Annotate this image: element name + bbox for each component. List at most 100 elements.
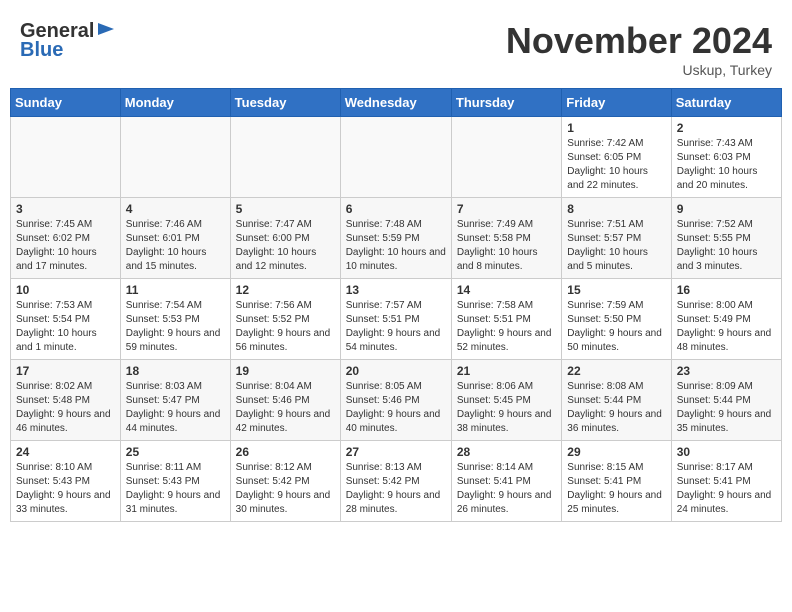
logo-flag-icon	[96, 21, 116, 41]
cell-content: Sunrise: 8:13 AM Sunset: 5:42 PM Dayligh…	[346, 461, 446, 517]
calendar-cell: 6 Sunrise: 7:48 AM Sunset: 5:59 PM Daylig…	[340, 198, 451, 279]
calendar-cell: 1 Sunrise: 7:42 AM Sunset: 6:05 PM Daylig…	[562, 117, 671, 198]
cell-content: Sunrise: 8:08 AM Sunset: 5:44 PM Dayligh…	[567, 380, 665, 436]
day-number: 6	[346, 202, 446, 216]
calendar-cell: 14 Sunrise: 7:58 AM Sunset: 5:51 PM Dayli…	[451, 279, 561, 360]
cell-content: Sunrise: 7:49 AM Sunset: 5:58 PM Dayligh…	[457, 218, 556, 274]
day-number: 3	[16, 202, 115, 216]
calendar-cell: 28 Sunrise: 8:14 AM Sunset: 5:41 PM Dayli…	[451, 441, 561, 522]
calendar-cell: 15 Sunrise: 7:59 AM Sunset: 5:50 PM Dayli…	[562, 279, 671, 360]
day-number: 28	[457, 445, 556, 459]
day-number: 22	[567, 364, 665, 378]
day-number: 14	[457, 283, 556, 297]
day-number: 2	[677, 121, 776, 135]
cell-content: Sunrise: 7:52 AM Sunset: 5:55 PM Dayligh…	[677, 218, 776, 274]
cell-content: Sunrise: 8:14 AM Sunset: 5:41 PM Dayligh…	[457, 461, 556, 517]
calendar-cell: 21 Sunrise: 8:06 AM Sunset: 5:45 PM Dayli…	[451, 360, 561, 441]
calendar-cell: 17 Sunrise: 8:02 AM Sunset: 5:48 PM Dayli…	[11, 360, 121, 441]
calendar-cell: 20Sunrise: 8:05 AM Sunset: 5:46 PM Dayli…	[340, 360, 451, 441]
calendar-week-4: 17 Sunrise: 8:02 AM Sunset: 5:48 PM Dayli…	[11, 360, 782, 441]
day-number: 25	[126, 445, 225, 459]
calendar-cell: 30 Sunrise: 8:17 AM Sunset: 5:41 PM Dayli…	[671, 441, 781, 522]
calendar-cell: 9 Sunrise: 7:52 AM Sunset: 5:55 PM Daylig…	[671, 198, 781, 279]
day-number: 30	[677, 445, 776, 459]
cell-content: Sunrise: 8:04 AM Sunset: 5:46 PM Dayligh…	[236, 380, 335, 436]
cell-content: Sunrise: 7:42 AM Sunset: 6:05 PM Dayligh…	[567, 137, 665, 193]
header-thursday: Thursday	[451, 89, 561, 117]
calendar-cell: 12 Sunrise: 7:56 AM Sunset: 5:52 PM Dayli…	[230, 279, 340, 360]
calendar-cell: 3Sunrise: 7:45 AM Sunset: 6:02 PM Daylig…	[11, 198, 121, 279]
day-number: 29	[567, 445, 665, 459]
cell-content: Sunrise: 8:02 AM Sunset: 5:48 PM Dayligh…	[16, 380, 115, 436]
day-number: 16	[677, 283, 776, 297]
location-text: Uskup, Turkey	[506, 62, 772, 78]
calendar-week-1: 1 Sunrise: 7:42 AM Sunset: 6:05 PM Daylig…	[11, 117, 782, 198]
calendar-cell: 11Sunrise: 7:54 AM Sunset: 5:53 PM Dayli…	[120, 279, 230, 360]
calendar-cell	[451, 117, 561, 198]
calendar-header-row: SundayMondayTuesdayWednesdayThursdayFrid…	[11, 89, 782, 117]
day-number: 15	[567, 283, 665, 297]
day-number: 21	[457, 364, 556, 378]
cell-content: Sunrise: 8:10 AM Sunset: 5:43 PM Dayligh…	[16, 461, 115, 517]
calendar-cell: 18 Sunrise: 8:03 AM Sunset: 5:47 PM Dayli…	[120, 360, 230, 441]
day-number: 9	[677, 202, 776, 216]
calendar-week-5: 24 Sunrise: 8:10 AM Sunset: 5:43 PM Dayli…	[11, 441, 782, 522]
day-number: 7	[457, 202, 556, 216]
calendar-table: SundayMondayTuesdayWednesdayThursdayFrid…	[10, 88, 782, 522]
calendar-cell	[120, 117, 230, 198]
calendar-cell	[11, 117, 121, 198]
cell-content: Sunrise: 7:48 AM Sunset: 5:59 PM Dayligh…	[346, 218, 446, 274]
calendar-cell: 19 Sunrise: 8:04 AM Sunset: 5:46 PM Dayli…	[230, 360, 340, 441]
cell-content: Sunrise: 7:46 AM Sunset: 6:01 PM Dayligh…	[126, 218, 225, 274]
day-number: 5	[236, 202, 335, 216]
calendar-cell: 2 Sunrise: 7:43 AM Sunset: 6:03 PM Daylig…	[671, 117, 781, 198]
cell-content: Sunrise: 8:03 AM Sunset: 5:47 PM Dayligh…	[126, 380, 225, 436]
calendar-cell: 4Sunrise: 7:46 AM Sunset: 6:01 PM Daylig…	[120, 198, 230, 279]
cell-content: Sunrise: 7:58 AM Sunset: 5:51 PM Dayligh…	[457, 299, 556, 355]
cell-content: Sunrise: 7:59 AM Sunset: 5:50 PM Dayligh…	[567, 299, 665, 355]
cell-content: Sunrise: 7:47 AM Sunset: 6:00 PM Dayligh…	[236, 218, 335, 274]
calendar-cell: 5 Sunrise: 7:47 AM Sunset: 6:00 PM Daylig…	[230, 198, 340, 279]
day-number: 18	[126, 364, 225, 378]
calendar-cell: 22 Sunrise: 8:08 AM Sunset: 5:44 PM Dayli…	[562, 360, 671, 441]
calendar-cell: 10 Sunrise: 7:53 AM Sunset: 5:54 PM Dayli…	[11, 279, 121, 360]
day-number: 23	[677, 364, 776, 378]
day-number: 27	[346, 445, 446, 459]
cell-content: Sunrise: 8:15 AM Sunset: 5:41 PM Dayligh…	[567, 461, 665, 517]
day-number: 13	[346, 283, 446, 297]
calendar-week-3: 10 Sunrise: 7:53 AM Sunset: 5:54 PM Dayli…	[11, 279, 782, 360]
day-number: 26	[236, 445, 335, 459]
day-number: 11	[126, 283, 225, 297]
cell-content: Sunrise: 8:06 AM Sunset: 5:45 PM Dayligh…	[457, 380, 556, 436]
header-sunday: Sunday	[11, 89, 121, 117]
calendar-cell: 25Sunrise: 8:11 AM Sunset: 5:43 PM Dayli…	[120, 441, 230, 522]
day-number: 10	[16, 283, 115, 297]
day-number: 1	[567, 121, 665, 135]
logo: General Blue	[20, 20, 116, 62]
cell-content: Sunrise: 7:51 AM Sunset: 5:57 PM Dayligh…	[567, 218, 665, 274]
calendar-cell: 26Sunrise: 8:12 AM Sunset: 5:42 PM Dayli…	[230, 441, 340, 522]
day-number: 19	[236, 364, 335, 378]
day-number: 12	[236, 283, 335, 297]
calendar-cell: 23Sunrise: 8:09 AM Sunset: 5:44 PM Dayli…	[671, 360, 781, 441]
day-number: 24	[16, 445, 115, 459]
calendar-cell: 13Sunrise: 7:57 AM Sunset: 5:51 PM Dayli…	[340, 279, 451, 360]
cell-content: Sunrise: 7:56 AM Sunset: 5:52 PM Dayligh…	[236, 299, 335, 355]
calendar-cell: 29 Sunrise: 8:15 AM Sunset: 5:41 PM Dayli…	[562, 441, 671, 522]
calendar-cell: 24 Sunrise: 8:10 AM Sunset: 5:43 PM Dayli…	[11, 441, 121, 522]
calendar-cell: 8Sunrise: 7:51 AM Sunset: 5:57 PM Daylig…	[562, 198, 671, 279]
cell-content: Sunrise: 7:43 AM Sunset: 6:03 PM Dayligh…	[677, 137, 776, 193]
calendar-cell: 16Sunrise: 8:00 AM Sunset: 5:49 PM Dayli…	[671, 279, 781, 360]
page-header: General Blue November 2024 Uskup, Turkey	[10, 10, 782, 83]
header-tuesday: Tuesday	[230, 89, 340, 117]
header-friday: Friday	[562, 89, 671, 117]
cell-content: Sunrise: 7:53 AM Sunset: 5:54 PM Dayligh…	[16, 299, 115, 355]
day-number: 20	[346, 364, 446, 378]
day-number: 17	[16, 364, 115, 378]
calendar-week-2: 3Sunrise: 7:45 AM Sunset: 6:02 PM Daylig…	[11, 198, 782, 279]
cell-content: Sunrise: 8:17 AM Sunset: 5:41 PM Dayligh…	[677, 461, 776, 517]
month-title: November 2024	[506, 20, 772, 62]
calendar-cell	[230, 117, 340, 198]
calendar-cell: 27 Sunrise: 8:13 AM Sunset: 5:42 PM Dayli…	[340, 441, 451, 522]
header-wednesday: Wednesday	[340, 89, 451, 117]
